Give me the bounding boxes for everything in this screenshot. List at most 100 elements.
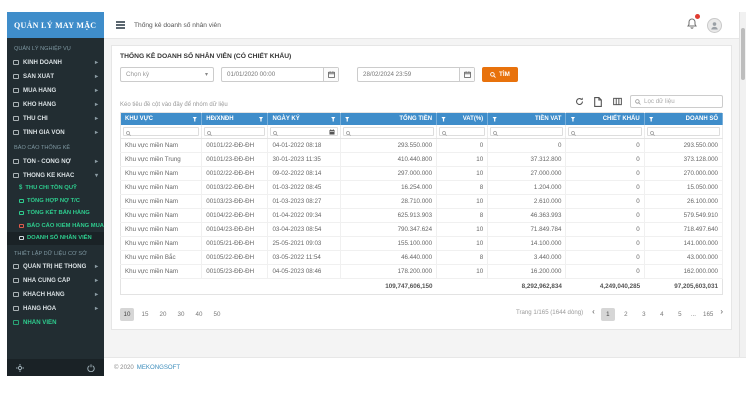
search-icon [346, 123, 351, 141]
column-header-tien-vat[interactable]: TIỀN VAT [488, 113, 566, 126]
page-size-50[interactable]: 50 [210, 308, 224, 321]
sidebar-subitem-thu-chi-ton-quy[interactable]: $THU CHI TỒN QUỸ [7, 182, 104, 195]
filter-funnel-icon[interactable] [570, 117, 575, 122]
period-select[interactable]: Chọn kỳ ▾ [120, 67, 214, 82]
scrollbar-thumb[interactable] [741, 28, 745, 80]
column-filter-input-hd-xndh[interactable] [204, 127, 265, 136]
sidebar-item-san-xuat[interactable]: SẢN XUẤT▸ [7, 69, 104, 83]
column-filter-input-tong-tien[interactable] [343, 127, 434, 136]
column-header-chiet-khau[interactable]: CHIẾT KHẤU [566, 113, 644, 126]
page-size-10[interactable]: 10 [120, 308, 134, 321]
column-header-ngay-ky[interactable]: NGÀY KÝ [268, 113, 340, 126]
hamburger-menu-icon[interactable] [116, 21, 125, 28]
table-row[interactable]: Khu vực miền Nam00103/23-ĐĐ-ĐH01-03-2023… [121, 195, 723, 209]
cell-vat: 8 [437, 251, 488, 265]
page-size-20[interactable]: 20 [156, 308, 170, 321]
sidebar-item-tinh-gia-von[interactable]: TÍNH GIÁ VỐN▸ [7, 125, 104, 139]
filter-funnel-icon[interactable] [345, 117, 350, 122]
sidebar-subitem-tong-ket-ban-hang[interactable]: TỔNG KẾT BÁN HÀNG [7, 207, 104, 220]
next-page-icon[interactable]: › [720, 308, 723, 316]
page-4[interactable]: 4 [655, 308, 669, 321]
power-icon[interactable] [87, 364, 95, 372]
sidebar-item-mua-hang[interactable]: MUA HÀNG▸ [7, 83, 104, 97]
find-button[interactable]: TÌM [482, 67, 518, 82]
filter-funnel-icon[interactable] [492, 117, 497, 122]
page-165[interactable]: 165 [700, 308, 716, 321]
page-2[interactable]: 2 [619, 308, 633, 321]
cell-khu-vuc: Khu vực miền Trung [121, 153, 202, 167]
table-row[interactable]: Khu vực miền Nam00102/22-ĐĐ-ĐH09-02-2022… [121, 167, 723, 181]
filter-funnel-icon[interactable] [649, 117, 654, 122]
sidebar-item-quan-tri-he-thong[interactable]: QUẢN TRỊ HỆ THỐNG▸ [7, 260, 104, 274]
table-row[interactable]: Khu vực miền Nam00105/21-ĐĐ-ĐH25-05-2021… [121, 237, 723, 251]
cell-tien-vat: 16.200.000 [488, 265, 566, 279]
table-row[interactable]: Khu vực miền Bắc00105/22-ĐĐ-ĐH03-05-2022… [121, 251, 723, 265]
date-to-input[interactable]: 28/02/2024 23:59 [357, 67, 475, 82]
sidebar-subitem-doanh-so-nhan-vien[interactable]: DOANH SỐ NHÂN VIÊN [7, 232, 104, 245]
sidebar-item-label: THU CHI [23, 115, 48, 122]
total-ngay-ky [268, 279, 340, 295]
calendar-icon[interactable] [323, 68, 338, 81]
gear-icon[interactable] [16, 364, 24, 372]
table-row[interactable]: Khu vực miền Nam00104/23-ĐĐ-ĐH03-04-2023… [121, 223, 723, 237]
page-5[interactable]: 5 [673, 308, 687, 321]
cell-chiet-khau: 0 [566, 195, 644, 209]
page-3[interactable]: 3 [637, 308, 651, 321]
calendar-icon[interactable] [459, 68, 474, 81]
sidebar-item-kho-hang[interactable]: KHO HÀNG▸ [7, 97, 104, 111]
total-hd-xndh [202, 279, 268, 295]
cell-hd-xndh: 00102/22-ĐĐ-ĐH [202, 167, 268, 181]
table-row[interactable]: Khu vực miền Nam00104/22-ĐĐ-ĐH01-04-2022… [121, 209, 723, 223]
page-size-15[interactable]: 15 [138, 308, 152, 321]
vertical-scrollbar[interactable] [739, 12, 746, 357]
sidebar-item-thong-ke-khac[interactable]: THỐNG KÊ KHÁC▾ [7, 168, 104, 182]
bar-chart-icon [13, 159, 19, 164]
filter-funnel-icon[interactable] [258, 117, 263, 122]
cell-tien-vat: 1.204.000 [488, 181, 566, 195]
column-header-khu-vuc[interactable]: KHU VỰC [121, 113, 202, 126]
table-row[interactable]: Khu vực miền Nam00101/22-ĐĐ-ĐH04-01-2022… [121, 139, 723, 153]
filter-funnel-icon[interactable] [441, 117, 446, 122]
calendar-icon[interactable] [329, 129, 335, 135]
vendor-link[interactable]: MEKONGSOFT [137, 364, 180, 371]
column-filter-input-tien-vat[interactable] [490, 127, 563, 136]
cell-chiet-khau: 0 [566, 251, 644, 265]
refresh-icon[interactable] [573, 96, 585, 107]
column-filter-input-doanh-so[interactable] [647, 127, 720, 136]
column-filter-input-vat[interactable] [439, 127, 485, 136]
user-avatar[interactable] [707, 18, 722, 33]
filter-funnel-icon[interactable] [192, 117, 197, 122]
table-row[interactable]: Khu vực miền Nam00103/22-ĐĐ-ĐH01-03-2022… [121, 181, 723, 195]
cell-tong-tien: 178.200.000 [340, 265, 436, 279]
notifications-bell-icon[interactable] [687, 16, 697, 34]
sidebar-item-ton-cong-no[interactable]: TỒN - CÔNG NỢ▸ [7, 154, 104, 168]
column-header-doanh-so[interactable]: DOANH SỐ [644, 113, 722, 126]
sidebar-item-nha-cung-cap[interactable]: NHÀ CUNG CẤP▸ [7, 274, 104, 288]
sidebar-item-khach-hang[interactable]: KHÁCH HÀNG▸ [7, 288, 104, 302]
table-row[interactable]: Khu vực miền Trung00101/23-ĐĐ-ĐH30-01-20… [121, 153, 723, 167]
column-chooser-icon[interactable] [611, 96, 623, 107]
page-size-40[interactable]: 40 [192, 308, 206, 321]
sidebar-subitem-tong-hop-no-tc[interactable]: TỔNG HỢP NỢ T/C [7, 195, 104, 208]
date-from-input[interactable]: 01/01/2020 00:00 [221, 67, 339, 82]
prev-page-icon[interactable]: ‹ [592, 308, 595, 316]
page-1[interactable]: 1 [601, 308, 615, 321]
column-header-tong-tien[interactable]: TỔNG TIỀN [340, 113, 436, 126]
sidebar-item-thu-chi[interactable]: THU CHI▸ [7, 111, 104, 125]
grid-filter-row [121, 125, 723, 139]
page-size-30[interactable]: 30 [174, 308, 188, 321]
sidebar-item-hang-hoa[interactable]: HÀNG HÓA▸ [7, 302, 104, 316]
chevron-right-icon: ▸ [95, 305, 98, 312]
export-file-icon[interactable] [592, 96, 604, 107]
filter-funnel-icon[interactable] [331, 117, 336, 122]
column-filter-input-ngay-ky[interactable] [270, 127, 337, 136]
cell-tong-tien: 410.440.800 [340, 153, 436, 167]
sidebar-subitem-bao-cao-kiem-hang-mua-loi[interactable]: BÁO CÁO KIỂM HÀNG MUA LỖI [7, 220, 104, 233]
sidebar-item-kinh-doanh[interactable]: KINH DOANH▸ [7, 55, 104, 69]
sidebar-item-nhan-vien[interactable]: NHÂN VIÊN [7, 316, 104, 330]
column-filter-input-chiet-khau[interactable] [568, 127, 641, 136]
grid-search-input[interactable]: Lọc dữ liệu [630, 95, 723, 108]
table-row[interactable]: Khu vực miền Nam00105/23-ĐĐ-ĐH04-05-2023… [121, 265, 723, 279]
column-filter-input-khu-vuc[interactable] [123, 127, 199, 136]
filter-cell-chiet-khau [566, 125, 644, 139]
